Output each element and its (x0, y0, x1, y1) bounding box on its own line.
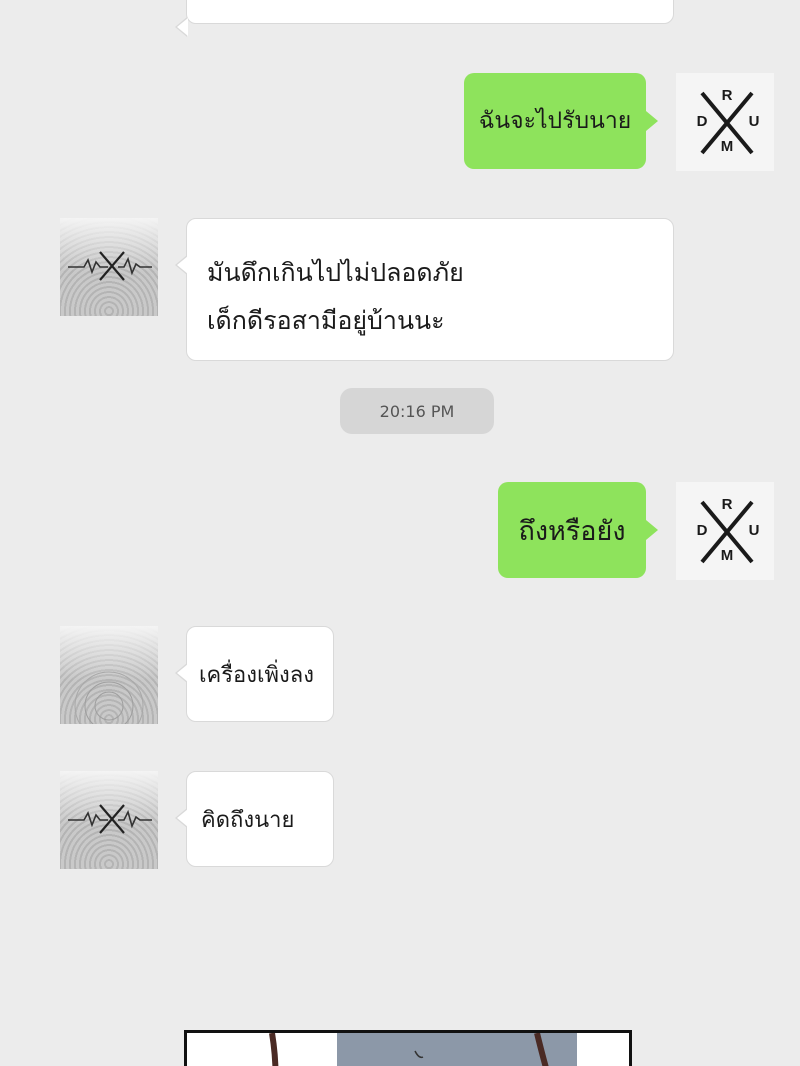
message-line: เด็กดีรอสามีอยู่บ้านนะ (207, 306, 445, 335)
drum-logo-icon: R D U M (697, 87, 760, 155)
message-bubble-partial[interactable] (175, 0, 674, 37)
svg-text:M: M (721, 547, 734, 564)
svg-text:U: U (749, 113, 760, 130)
message-line: มันดึกเกินไปไม่ปลอดภัย (207, 258, 464, 287)
message-bubble-outgoing[interactable]: ฉันจะไปรับนาย (464, 73, 658, 169)
avatar-drum[interactable]: R D U M (676, 73, 774, 171)
message-text-multiline: มันดึกเกินไปไม่ปลอดภัย เด็กดีรอสามีอยู่บ… (207, 249, 464, 345)
svg-text:R: R (722, 496, 733, 513)
comic-illustration (269, 1033, 577, 1066)
message-bubble-incoming[interactable]: มันดึกเกินไปไม่ปลอดภัย เด็กดีรอสามีอยู่บ… (175, 218, 674, 361)
fingerprint-icon (74, 671, 144, 724)
heartbeat-x-icon (68, 251, 152, 281)
svg-text:D: D (697, 113, 708, 130)
svg-text:R: R (722, 87, 733, 104)
drum-logo-icon: R D U M (697, 496, 760, 564)
svg-text:D: D (697, 522, 708, 539)
message-bubble-outgoing[interactable]: ถึงหรือยัง (498, 482, 658, 578)
heartbeat-x-icon (68, 804, 152, 834)
avatar-fingerprint[interactable] (60, 626, 158, 724)
avatar-pulse[interactable] (60, 771, 158, 869)
message-bubble-incoming[interactable]: เครื่องเพิ่งลง (175, 626, 334, 722)
message-text: ถึงหรือยัง (518, 515, 626, 547)
message-text: ฉันจะไปรับนาย (478, 108, 632, 134)
chat-window: ฉันจะไปรับนาย R D U M มันดึกเกินไปไม่ปลอ… (0, 0, 800, 1066)
avatar-drum[interactable]: R D U M (676, 482, 774, 580)
avatar-pulse[interactable] (60, 218, 158, 316)
message-text: คิดถึงนาย (201, 807, 295, 833)
comic-panel (184, 1030, 632, 1066)
timestamp-divider: 20:16 PM (340, 388, 494, 434)
message-text: เครื่องเพิ่งลง (199, 662, 314, 688)
svg-text:M: M (721, 138, 734, 155)
message-bubble-incoming[interactable]: คิดถึงนาย (175, 771, 334, 867)
svg-text:U: U (749, 522, 760, 539)
